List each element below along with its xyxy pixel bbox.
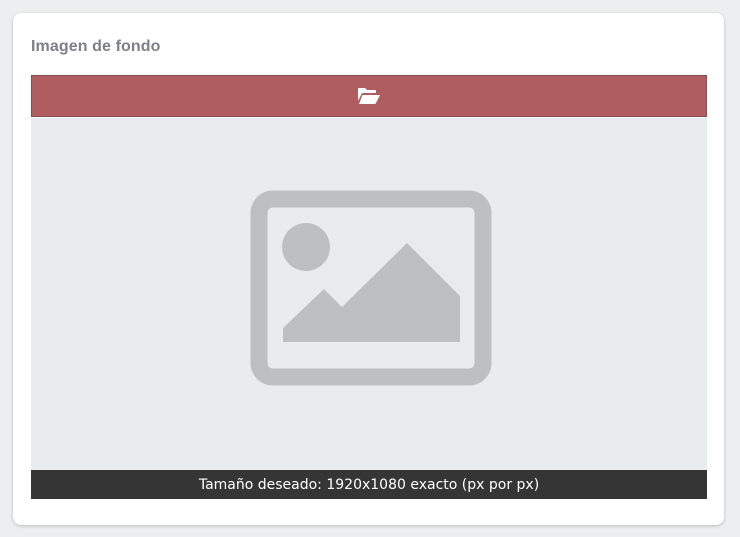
folder-open-icon <box>357 86 381 106</box>
size-requirement-caption: Tamaño deseado: 1920x1080 exacto (px por… <box>31 470 707 499</box>
background-image-card: Imagen de fondo Tamaño deseado: 1920x108… <box>13 13 724 525</box>
image-placeholder-icon <box>250 190 492 386</box>
upload-image-button[interactable] <box>31 75 707 117</box>
card-title: Imagen de fondo <box>31 38 161 55</box>
image-preview <box>31 118 707 471</box>
